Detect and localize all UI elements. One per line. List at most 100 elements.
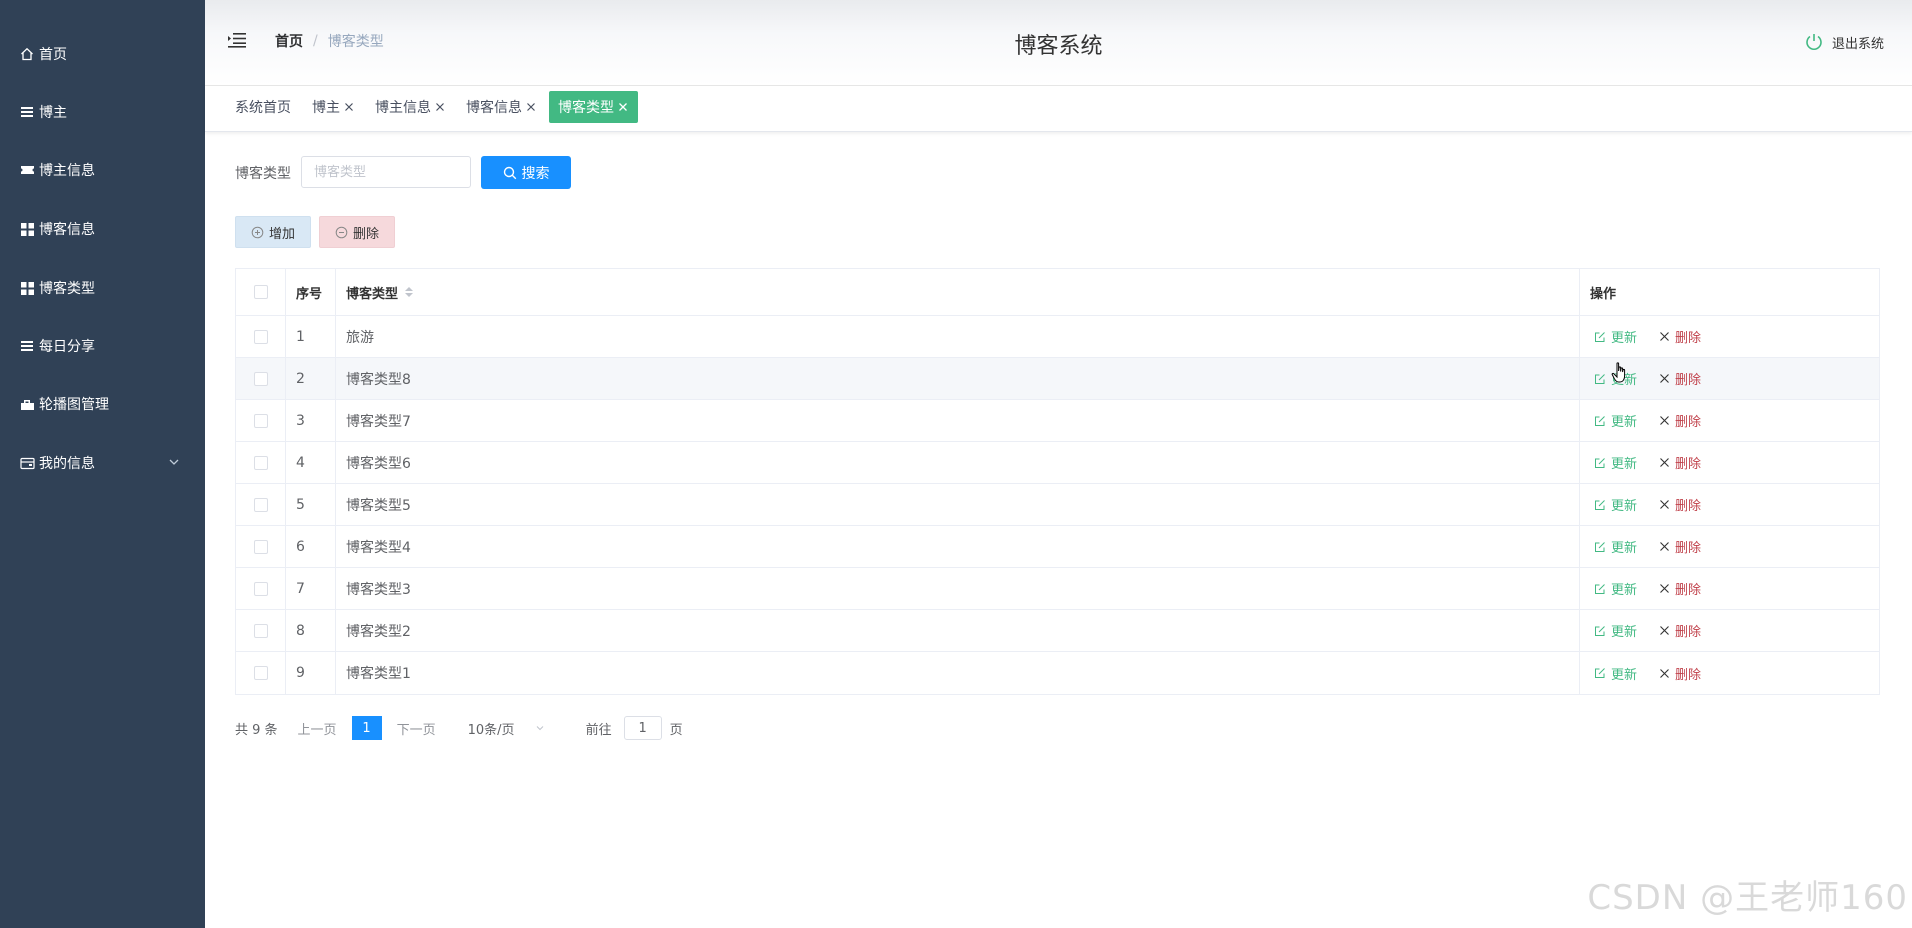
row-operations: 更新 删除 [1580,526,1880,567]
row-select-cell [236,484,286,525]
delete-button[interactable]: 删除 [1659,495,1701,514]
list-icon [19,338,35,354]
delete-label: 删除 [1675,331,1702,346]
update-button[interactable]: 更新 [1594,411,1637,430]
delete-button[interactable]: 删除 [1659,664,1701,683]
tab-label: 博客类型 [558,100,614,116]
update-button[interactable]: 更新 [1594,664,1637,683]
row-checkbox[interactable] [253,455,268,470]
row-select-cell [236,400,286,441]
update-button[interactable]: 更新 [1594,495,1637,514]
row-operations: 更新 删除 [1580,568,1880,609]
update-label: 更新 [1611,583,1638,598]
select-all-checkbox[interactable] [253,285,268,299]
close-icon [1660,626,1669,635]
delete-button[interactable]: 删除 [1659,621,1701,640]
delete-label: 删除 [1675,415,1702,430]
delete-button[interactable]: 删除 [1659,327,1701,346]
goto-page-input[interactable] [623,716,662,740]
sidebar-item-label: 每日分享 [39,339,95,355]
row-checkbox[interactable] [253,497,268,512]
list-icon [19,104,35,120]
sort-icon[interactable] [404,286,414,298]
hand-cursor-icon [1611,362,1626,383]
next-page-button[interactable]: 下一页 [397,719,436,738]
sidebar-item-carousel[interactable]: 轮播图管理 [0,386,205,422]
logout-button[interactable]: 退出系统 [1804,32,1884,52]
close-icon[interactable] [617,101,629,113]
close-icon[interactable] [343,101,355,113]
update-button[interactable]: 更新 [1594,579,1637,598]
sidebar-item-label: 首页 [39,47,67,63]
delete-label: 删除 [1675,457,1702,472]
row-name: 博客类型8 [336,358,1580,399]
edit-icon [1595,415,1605,426]
sidebar-item-blog-type[interactable]: 博客类型 [0,270,205,306]
sidebar-item-home[interactable]: 首页 [0,36,205,72]
search-button[interactable]: 搜索 [481,156,571,189]
sidebar-item-blogger-info[interactable]: 博主信息 [0,152,205,188]
delete-label: 删除 [1675,583,1702,598]
sidebar-item-label: 博客信息 [39,222,95,238]
sidebar-item-blog-info[interactable]: 博客信息 [0,211,205,247]
tab-blog-type[interactable]: 博客类型 [549,91,638,123]
sidebar-item-my-info[interactable]: 我的信息 [0,445,205,481]
circle-plus-icon [251,226,264,238]
update-button[interactable]: 更新 [1594,621,1637,640]
grid-icon [19,221,35,237]
tab-system-home[interactable]: 系统首页 [235,91,291,123]
column-header-operations: 操作 [1590,286,1617,302]
edit-icon [1595,583,1605,594]
row-checkbox[interactable] [253,329,268,344]
tab-blogger-info[interactable]: 博主信息 [375,91,446,123]
select-all-cell [236,269,286,315]
update-label: 更新 [1611,415,1638,430]
batch-delete-button[interactable]: 删除 [319,216,395,248]
row-checkbox[interactable] [253,581,268,596]
tab-blogger[interactable]: 博主 [312,91,355,123]
row-index: 3 [286,400,336,441]
delete-label: 删除 [1675,499,1702,514]
tab-blog-info[interactable]: 博客信息 [466,91,537,123]
row-checkbox[interactable] [253,666,268,680]
delete-button[interactable]: 删除 [1659,411,1701,430]
row-operations: 更新 删除 [1580,442,1880,483]
update-button[interactable]: 更新 [1594,537,1637,556]
update-label: 更新 [1611,625,1638,640]
column-header-name-label: 博客类型 [346,286,399,302]
row-checkbox[interactable] [253,623,268,638]
delete-label: 删除 [1675,625,1702,640]
update-button[interactable]: 更新 [1594,327,1637,346]
delete-button[interactable]: 删除 [1659,369,1701,388]
update-button[interactable]: 更新 [1594,453,1637,472]
page-size-select[interactable]: 10条/页 [468,719,568,738]
add-button[interactable]: 增加 [235,216,311,248]
close-icon[interactable] [434,101,446,113]
row-name: 博客类型6 [336,442,1580,483]
row-operations: 更新 删除 [1580,484,1880,525]
row-checkbox[interactable] [253,371,268,386]
delete-button[interactable]: 删除 [1659,537,1701,556]
page-number-button[interactable]: 1 [351,716,382,740]
search-input[interactable] [301,156,471,188]
ticket-icon [19,162,35,178]
row-index: 8 [286,610,336,651]
table-row: 9 博客类型1 更新 删除 [236,652,1879,694]
prev-page-button[interactable]: 上一页 [298,719,337,738]
breadcrumb-home[interactable]: 首页 [275,31,303,51]
menu-fold-icon[interactable] [227,32,247,50]
row-select-cell [236,442,286,483]
delete-button[interactable]: 删除 [1659,453,1701,472]
edit-icon [1595,668,1605,678]
row-checkbox[interactable] [253,539,268,554]
column-header-name[interactable]: 博客类型 [336,269,1580,315]
delete-button[interactable]: 删除 [1659,579,1701,598]
row-select-cell [236,568,286,609]
column-header-index: 序号 [286,269,336,315]
chevron-down-icon [167,455,183,471]
close-icon[interactable] [525,101,537,113]
row-checkbox[interactable] [253,413,268,428]
sidebar-item-blogger[interactable]: 博主 [0,94,205,130]
sidebar-item-daily-share[interactable]: 每日分享 [0,328,205,364]
page-size-value: 10条/页 [467,722,515,738]
